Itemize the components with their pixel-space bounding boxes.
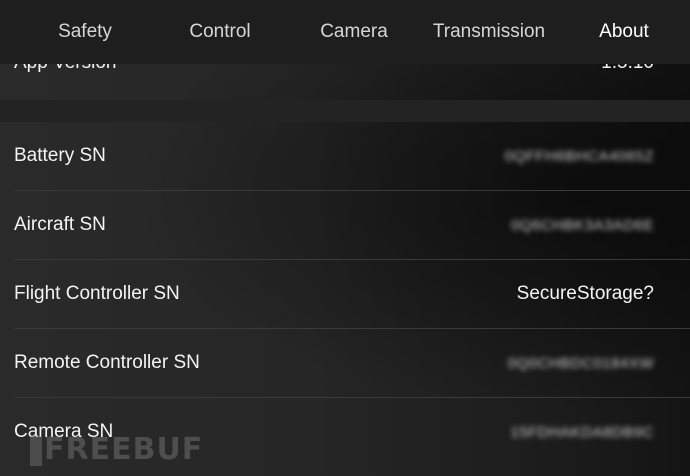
- aircraft-sn-label: Aircraft SN: [14, 214, 106, 235]
- flight-controller-sn-value: SecureStorage?: [516, 283, 654, 304]
- tab-safety[interactable]: Safety: [30, 0, 140, 64]
- remote-controller-sn-value: 0Q0CHBDC0184XW: [507, 355, 654, 372]
- section-divider: [0, 100, 690, 122]
- freebuf-watermark: FREEBUF: [30, 430, 210, 474]
- watermark-logo-block: [30, 436, 42, 466]
- camera-sn-value: 15FDHAKDA8DB9C: [510, 424, 654, 441]
- about-screen: Safety Control Camera Transmission About…: [0, 0, 690, 476]
- aircraft-sn-row: Aircraft SN 0Q6CHBK3A3AD6E: [0, 191, 690, 260]
- tab-about[interactable]: About: [578, 0, 670, 64]
- flight-controller-sn-row: Flight Controller SN SecureStorage?: [0, 260, 690, 329]
- watermark-text: FREEBUF: [44, 432, 204, 467]
- tab-camera[interactable]: Camera: [298, 0, 410, 64]
- tab-transmission[interactable]: Transmission: [418, 0, 560, 64]
- aircraft-sn-value: 0Q6CHBK3A3AD6E: [511, 217, 654, 234]
- battery-sn-label: Battery SN: [14, 145, 106, 166]
- remote-controller-sn-row: Remote Controller SN 0Q0CHBDC0184XW: [0, 329, 690, 398]
- serial-number-list: Battery SN 0QFFH6BHCA4065Z Aircraft SN 0…: [0, 122, 690, 467]
- tab-control[interactable]: Control: [160, 0, 280, 64]
- battery-sn-value: 0QFFH6BHCA4065Z: [504, 148, 654, 165]
- settings-tab-bar: Safety Control Camera Transmission About: [0, 0, 690, 64]
- remote-controller-sn-label: Remote Controller SN: [14, 352, 200, 373]
- flight-controller-sn-label: Flight Controller SN: [14, 283, 180, 304]
- battery-sn-row: Battery SN 0QFFH6BHCA4065Z: [0, 122, 690, 191]
